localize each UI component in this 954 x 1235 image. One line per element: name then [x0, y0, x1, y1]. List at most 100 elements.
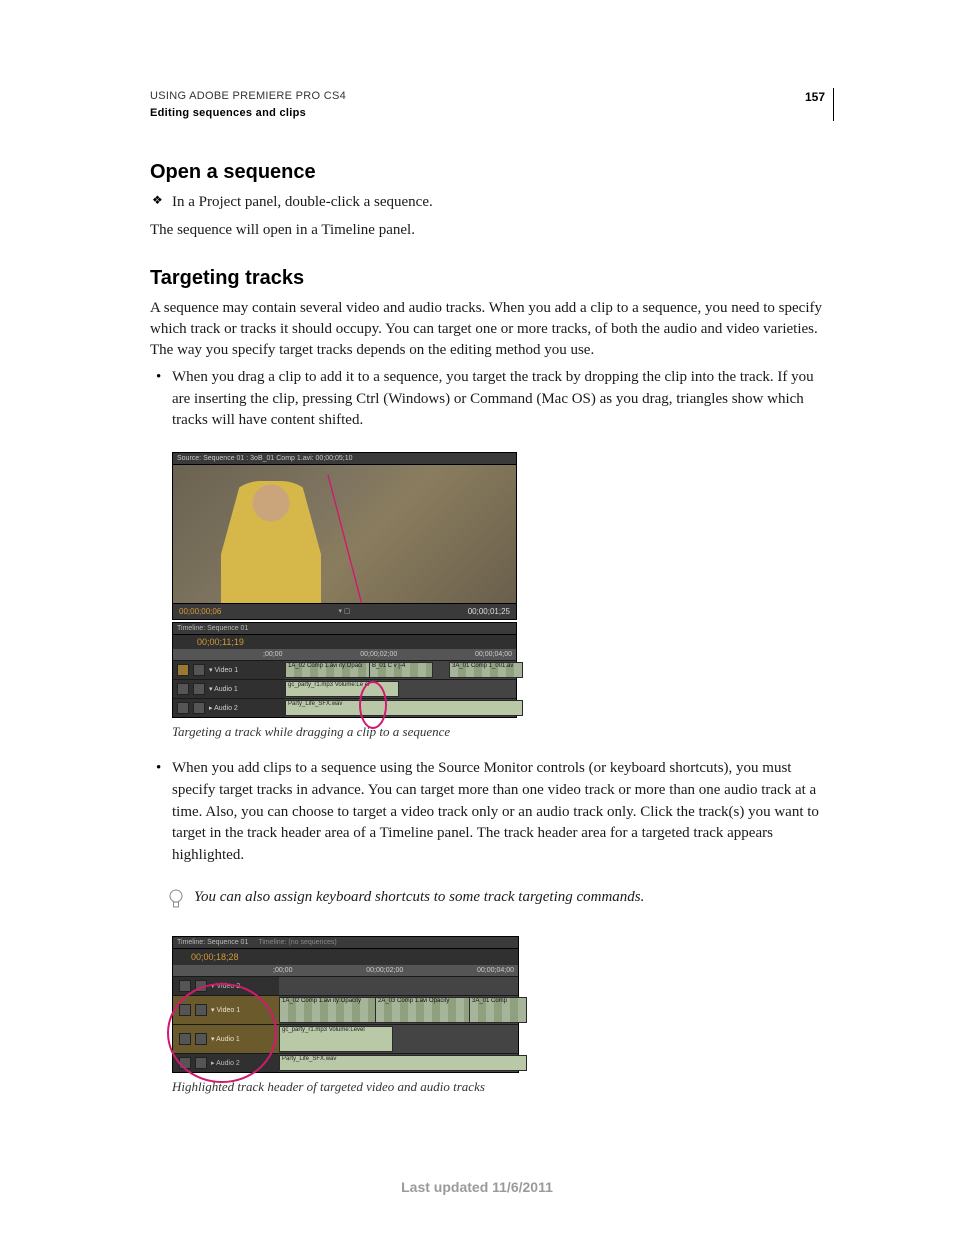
figure-targeted-headers: Timeline: Sequence 01 Timeline: (no sequ… [172, 936, 519, 1073]
toggle-icon [195, 1057, 207, 1069]
targeting-bullets: When you drag a clip to add it to a sequ… [150, 367, 834, 432]
tip: You can also assign keyboard shortcuts t… [168, 887, 834, 916]
video1-header-targeted: ▾ Video 1 [173, 996, 279, 1024]
video1-body: 1A_02 Comp 1.avi ity:Opaci B_01 C v [-4 … [285, 661, 516, 679]
page-number: 157 [805, 88, 825, 104]
toggle-icon [177, 683, 189, 695]
source-monitor-view [173, 465, 516, 603]
figure1-caption: Targeting a track while dragging a clip … [172, 724, 834, 740]
timeline-cti: 00;00;18;28 [173, 949, 518, 965]
video-clip: B_01 C v [-4 [369, 662, 433, 678]
toggle-icon [177, 702, 189, 714]
step-open-sequence: In a Project panel, double-click a seque… [150, 192, 834, 214]
targeting-bullet-drag: When you drag a clip to add it to a sequ… [150, 367, 834, 432]
audio2-track: ▸ Audio 2 Party_Life_SFX.wav [173, 698, 516, 717]
source-monitor-tab: Source: Sequence 01 : 3oB_01 Comp 1.avi:… [173, 453, 516, 465]
page-footer: Last updated 11/6/2011 [0, 1179, 954, 1195]
video2-track: ▾ Video 2 [173, 976, 518, 995]
tc-out: 00;00;01;25 [468, 607, 510, 616]
audio1-header: ▾ Audio 1 [173, 680, 285, 698]
toggle-icon [179, 980, 191, 992]
document-page: USING ADOBE PREMIERE PRO CS4 Editing seq… [0, 0, 954, 1235]
targeting-bullets-2: When you add clips to a sequence using t… [150, 758, 834, 867]
video1-body: 1A_02 Comp 1.avi ity:Opacity 2A_03 Comp … [279, 996, 518, 1024]
tc-in: 00;00;00;06 [179, 607, 221, 616]
figure-drag-target: Source: Sequence 01 : 3oB_01 Comp 1.avi:… [172, 452, 517, 718]
tip-text: You can also assign keyboard shortcuts t… [194, 887, 644, 908]
toggle-icon [177, 664, 189, 676]
open-sequence-result: The sequence will open in a Timeline pan… [150, 220, 834, 241]
audio1-label: ▾ Audio 1 [209, 685, 238, 693]
header-left: USING ADOBE PREMIERE PRO CS4 Editing seq… [150, 88, 346, 121]
timeline-ruler: ;00;00 00;00;02;00 00;00;04;00 [173, 965, 518, 976]
video1-header: ▾ Video 1 [173, 661, 285, 679]
heading-targeting-tracks: Targeting tracks [150, 267, 834, 290]
video2-label: ▾ Video 2 [211, 982, 240, 990]
video1-track: ▾ Video 1 1A_02 Comp 1.avi ity:Opacity 2… [173, 995, 518, 1024]
audio-clip: Party_Life_SFX.wav [279, 1055, 527, 1071]
audio-clip: gc_party_r1.mp3 Volume:Le el [285, 681, 399, 697]
audio2-body: Party_Life_SFX.wav [285, 699, 516, 717]
source-icons: ▾ ▢ [338, 607, 350, 616]
video-clip: 3A_01 Comp [469, 997, 527, 1023]
source-monitor-controls: 00;00;00;06 ▾ ▢ 00;00;01;25 [173, 603, 516, 619]
timeline-tab: Timeline: Sequence 01 [173, 623, 516, 635]
drag-arrow [323, 475, 403, 603]
ruler-tick: 00;00;02;00 [366, 967, 403, 974]
targeting-bullet-source: When you add clips to a sequence using t… [150, 758, 834, 867]
ruler-tick: 00;00;02;00 [360, 651, 397, 658]
video1-label: ▾ Video 1 [209, 666, 238, 674]
audio2-label: ▸ Audio 2 [211, 1059, 240, 1067]
audio2-header: ▸ Audio 2 [173, 699, 285, 717]
tab-active: Timeline: Sequence 01 [177, 939, 248, 946]
ruler-tick: 00;00;04;00 [475, 651, 512, 658]
timeline-panel: Timeline: Sequence 01 00;00;11;19 ;00;00… [172, 622, 517, 718]
timeline-tabs: Timeline: Sequence 01 Timeline: (no sequ… [173, 937, 518, 949]
audio1-body: gc_party_r1.mp3 Volume:Le el [285, 680, 516, 698]
toggle-icon [179, 1004, 191, 1016]
toggle-icon [193, 683, 205, 695]
audio1-track: ▾ Audio 1 gc_party_r1.mp3 Volume:Level [173, 1024, 518, 1053]
doc-section: Editing sequences and clips [150, 105, 346, 122]
video2-body [279, 977, 518, 995]
timeline-cti: 00;00;11;19 [173, 635, 516, 649]
toggle-icon [195, 1004, 207, 1016]
audio2-header: ▸ Audio 2 [173, 1054, 279, 1072]
lightbulb-icon [168, 887, 184, 916]
toggle-icon [195, 1033, 207, 1045]
ruler-tick: ;00;00 [273, 967, 292, 974]
video1-label: ▾ Video 1 [211, 1006, 240, 1014]
audio2-track: ▸ Audio 2 Party_Life_SFX.wav [173, 1053, 518, 1072]
audio2-body: Party_Life_SFX.wav [279, 1054, 518, 1072]
source-tab-label: Source: Sequence 01 : 3oB_01 Comp 1.avi:… [177, 455, 353, 462]
video-clip: 1A_02 Comp 1.avi ity:Opaci [285, 662, 373, 678]
toggle-icon [179, 1057, 191, 1069]
figure2-caption: Highlighted track header of targeted vid… [172, 1079, 834, 1095]
audio1-header-targeted: ▾ Audio 1 [173, 1025, 279, 1053]
audio1-track: ▾ Audio 1 gc_party_r1.mp3 Volume:Le el [173, 679, 516, 698]
toggle-icon [179, 1033, 191, 1045]
ruler-tick: ;00;00 [263, 651, 282, 658]
video1-track: ▾ Video 1 1A_02 Comp 1.avi ity:Opaci B_0… [173, 660, 516, 679]
ruler-tick: 00;00;04;00 [477, 967, 514, 974]
targeting-intro: A sequence may contain several video and… [150, 298, 834, 361]
audio1-label: ▾ Audio 1 [211, 1035, 240, 1043]
audio2-label: ▸ Audio 2 [209, 704, 238, 712]
audio-clip: gc_party_r1.mp3 Volume:Level [279, 1026, 393, 1052]
source-monitor: Source: Sequence 01 : 3oB_01 Comp 1.avi:… [172, 452, 517, 620]
toggle-icon [193, 664, 205, 676]
open-sequence-steps: In a Project panel, double-click a seque… [150, 192, 834, 214]
video-frame-person [221, 481, 321, 603]
video-clip: 1A_02 Comp 1.avi ity:Opacity [279, 997, 379, 1023]
audio-clip: Party_Life_SFX.wav [285, 700, 523, 716]
video2-header: ▾ Video 2 [173, 977, 279, 995]
page-header: USING ADOBE PREMIERE PRO CS4 Editing seq… [150, 88, 834, 121]
timeline-ruler: ;00;00 00;00;02;00 00;00;04;00 [173, 649, 516, 660]
video-clip: 2A_03 Comp 1.avi Opacity [375, 997, 473, 1023]
heading-open-sequence: Open a sequence [150, 161, 834, 184]
toggle-icon [193, 702, 205, 714]
audio1-body: gc_party_r1.mp3 Volume:Level [279, 1025, 518, 1053]
doc-title: USING ADOBE PREMIERE PRO CS4 [150, 88, 346, 105]
toggle-icon [195, 980, 207, 992]
tab-inactive: Timeline: (no sequences) [258, 939, 336, 946]
